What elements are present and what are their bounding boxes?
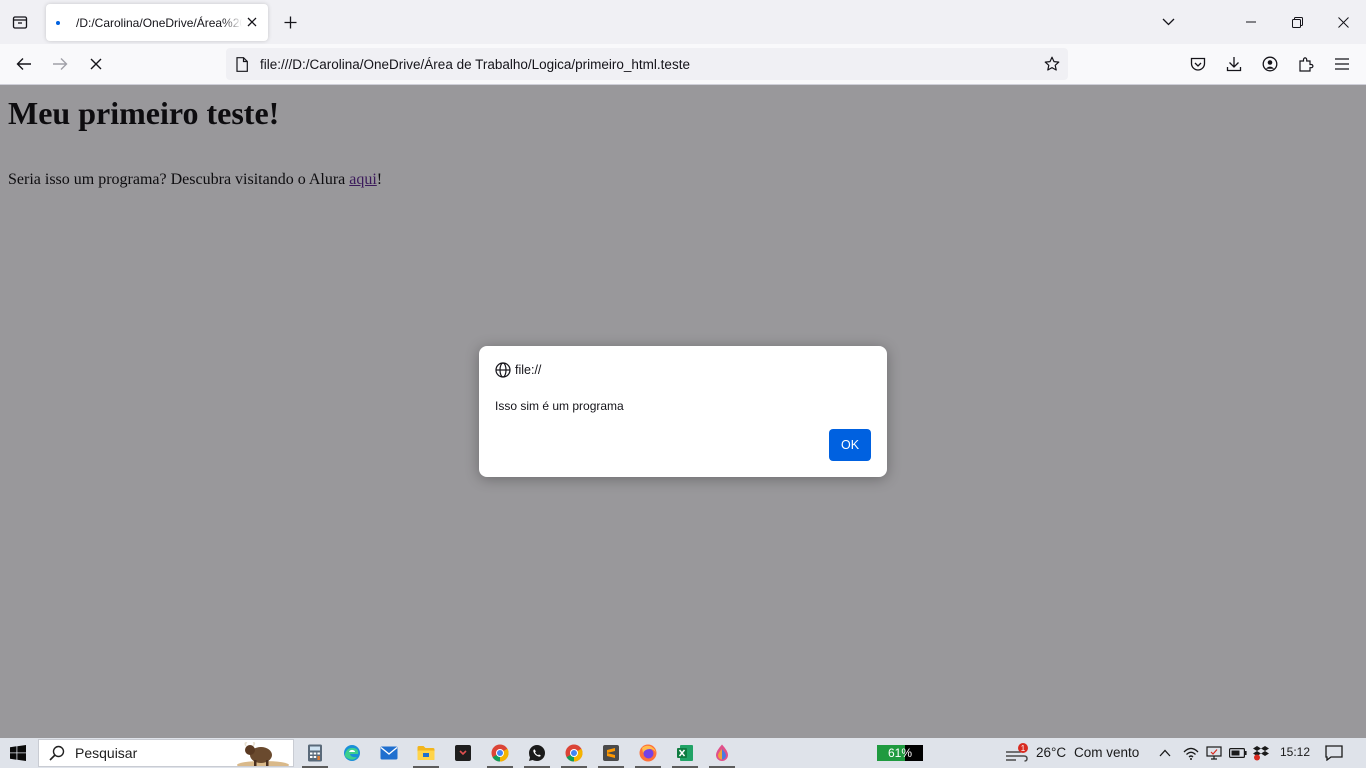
battery-button[interactable]	[1228, 738, 1248, 768]
taskbar-terminal-app[interactable]	[448, 740, 478, 766]
plus-icon	[284, 16, 296, 28]
weather-description[interactable]: Com vento	[1074, 745, 1139, 760]
back-button[interactable]	[10, 50, 38, 78]
dialog-header: file://	[495, 362, 541, 378]
weather-temperature[interactable]: 26°C	[1036, 745, 1066, 760]
puzzle-piece-icon	[1299, 57, 1314, 72]
forward-arrow-icon	[53, 58, 68, 70]
notification-center-button[interactable]	[1322, 738, 1346, 768]
sublime-text-icon	[603, 745, 619, 761]
url-text: file:///D:/Carolina/OneDrive/Área de Tra…	[260, 56, 690, 72]
tab-close-button[interactable]	[244, 14, 260, 30]
taskbar-search-box[interactable]: Pesquisar	[38, 739, 294, 767]
chrome-icon	[491, 744, 509, 762]
search-placeholder: Pesquisar	[75, 745, 138, 761]
search-icon	[49, 745, 65, 761]
taskbar-clock[interactable]: 15:12	[1280, 745, 1310, 759]
show-hidden-icons-button[interactable]	[1156, 738, 1174, 768]
url-bar[interactable]: file:///D:/Carolina/OneDrive/Área de Tra…	[226, 48, 1068, 80]
close-icon	[1337, 16, 1349, 28]
wifi-icon	[1183, 747, 1199, 760]
battery-meter-widget[interactable]: 61%	[877, 745, 923, 761]
folder-icon	[417, 746, 435, 760]
dropbox-button[interactable]	[1251, 738, 1271, 768]
chevron-up-icon	[1159, 749, 1171, 757]
taskbar-paint-app[interactable]	[707, 740, 737, 768]
taskbar-chrome-2[interactable]	[559, 740, 589, 768]
chat-bubble-icon	[1325, 745, 1343, 761]
firefox-icon	[639, 744, 657, 762]
monitor-icon	[1206, 746, 1222, 760]
whatsapp-icon	[529, 745, 545, 761]
taskbar-chrome[interactable]	[485, 740, 515, 768]
app-menu-button[interactable]	[1328, 50, 1356, 78]
star-icon	[1044, 56, 1060, 71]
start-button[interactable]	[0, 738, 36, 768]
list-all-tabs-button[interactable]	[1154, 8, 1182, 36]
dropbox-icon	[1253, 746, 1269, 761]
account-button[interactable]	[1256, 50, 1284, 78]
loading-indicator-icon	[56, 20, 60, 25]
taskbar-mail[interactable]	[374, 740, 404, 766]
chrome-icon	[565, 744, 583, 762]
account-icon	[1262, 56, 1278, 72]
active-tab[interactable]: /D:/Carolina/OneDrive/Área%20de%20Trabal…	[46, 4, 268, 41]
paint-drop-icon	[716, 744, 728, 761]
network-button[interactable]	[1181, 738, 1201, 768]
tab-strip: /D:/Carolina/OneDrive/Área%20de%20Trabal…	[0, 0, 1366, 44]
excel-icon	[677, 745, 693, 761]
edge-icon	[344, 745, 360, 761]
firefox-view-button[interactable]	[6, 8, 34, 36]
taskbar-edge[interactable]	[337, 740, 367, 766]
stop-x-icon	[90, 58, 102, 70]
globe-icon	[495, 362, 511, 378]
dialog-origin: file://	[515, 363, 542, 377]
minimize-button[interactable]	[1228, 0, 1274, 44]
taskbar-sublime-text[interactable]	[596, 740, 626, 768]
hamburger-menu-icon	[1335, 58, 1349, 70]
windows-taskbar: Pesquisar 61% 1 26°C Com vento 15:12	[0, 738, 1366, 768]
battery-icon	[1229, 748, 1247, 758]
display-settings-button[interactable]	[1204, 738, 1224, 768]
close-window-button[interactable]	[1320, 0, 1366, 44]
wind-icon: 1	[1006, 743, 1028, 762]
bookmark-star-button[interactable]	[1042, 54, 1062, 74]
pocket-button[interactable]	[1184, 50, 1212, 78]
minimize-icon	[1246, 21, 1256, 23]
download-icon	[1226, 57, 1242, 72]
battery-percent-text: 61%	[887, 746, 913, 760]
weather-alert-badge: 1	[1021, 744, 1026, 753]
tab-title: /D:/Carolina/OneDrive/Área%20de%20Trabal…	[76, 15, 242, 30]
restore-icon	[1291, 16, 1303, 28]
taskbar-file-explorer[interactable]	[411, 740, 441, 768]
downloads-button[interactable]	[1220, 50, 1248, 78]
restore-button[interactable]	[1274, 0, 1320, 44]
back-arrow-icon	[16, 58, 31, 70]
new-tab-button[interactable]	[278, 8, 302, 36]
taskbar-whatsapp[interactable]	[522, 740, 552, 768]
weather-widget-icon-button[interactable]: 1	[1002, 738, 1032, 768]
alert-dialog: file:// Isso sim é um programa OK	[479, 346, 887, 477]
page-file-icon	[234, 56, 250, 72]
close-icon	[247, 17, 257, 27]
calculator-icon	[308, 744, 322, 762]
windows-logo-icon	[10, 745, 26, 761]
taskbar-excel[interactable]	[670, 740, 700, 768]
mail-icon	[380, 746, 398, 760]
taskbar-calculator[interactable]	[300, 740, 330, 768]
stop-button[interactable]	[82, 50, 110, 78]
chevron-down-icon	[1162, 18, 1174, 26]
pocket-icon	[1190, 57, 1206, 71]
firefox-view-icon	[12, 16, 28, 29]
dialog-message: Isso sim é um programa	[495, 399, 624, 413]
terminal-app-icon	[455, 745, 471, 761]
ok-button[interactable]: OK	[829, 429, 871, 461]
forward-button[interactable]	[46, 50, 74, 78]
extensions-button[interactable]	[1292, 50, 1320, 78]
navigation-toolbar: file:///D:/Carolina/OneDrive/Área de Tra…	[0, 44, 1366, 85]
taskbar-firefox[interactable]	[633, 740, 663, 768]
search-highlight-yak-icon	[237, 742, 289, 766]
